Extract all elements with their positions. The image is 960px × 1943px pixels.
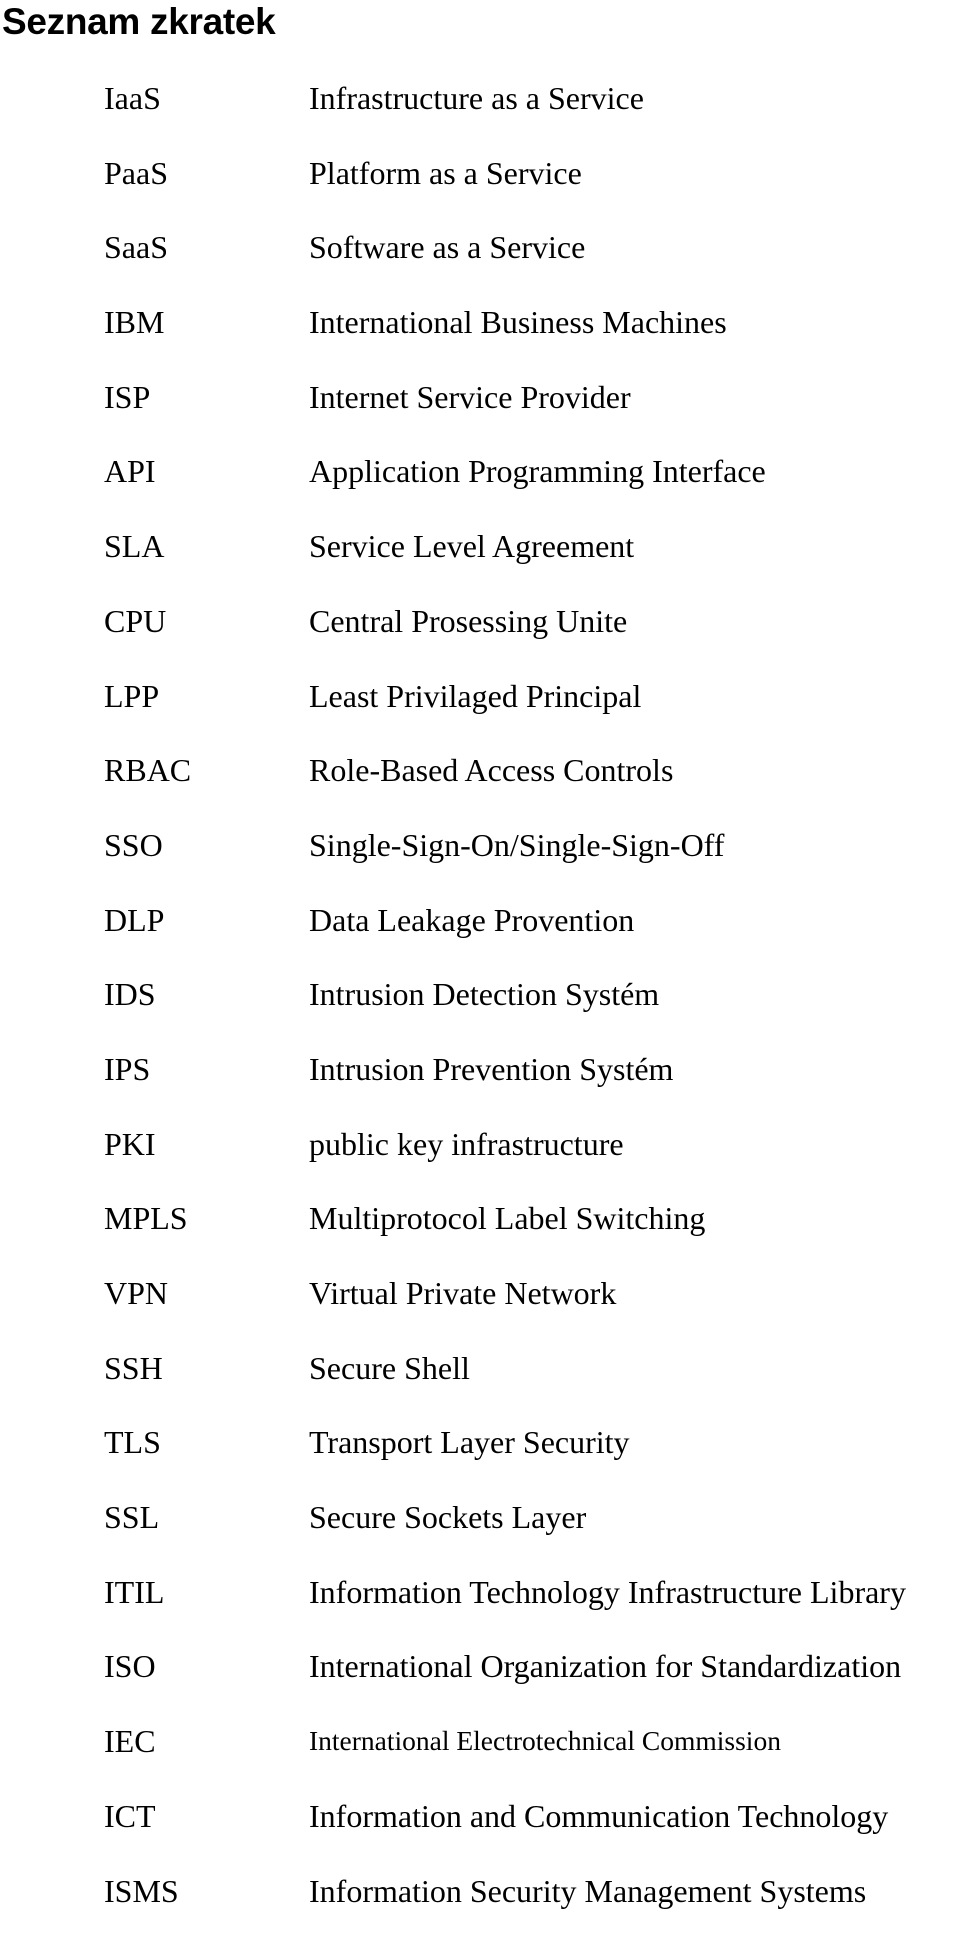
list-item: CPU Central Prosessing Unite xyxy=(0,599,960,674)
abbreviation: IPS xyxy=(104,1047,150,1091)
abbreviation: TLS xyxy=(104,1420,161,1464)
abbreviation: IBM xyxy=(104,300,164,344)
definition: Infrastructure as a Service xyxy=(309,76,644,120)
list-item: IDS Intrusion Detection Systém xyxy=(0,972,960,1047)
list-item: ICT Information and Communication Technol… xyxy=(0,1794,960,1869)
abbreviation: SaaS xyxy=(104,225,168,269)
abbreviation: PaaS xyxy=(104,151,168,195)
list-item: RBAC Role-Based Access Controls xyxy=(0,748,960,823)
abbreviation: VPN xyxy=(104,1271,168,1315)
definition: Information Technology Infrastructure Li… xyxy=(309,1570,906,1614)
abbreviation: SLA xyxy=(104,524,164,568)
list-item: API Application Programming Interface xyxy=(0,449,960,524)
definition: Intrusion Detection Systém xyxy=(309,972,659,1016)
definition: Virtual Private Network xyxy=(309,1271,616,1315)
abbreviation: ITIL xyxy=(104,1570,164,1614)
definition: Secure Sockets Layer xyxy=(309,1495,586,1539)
definition: Information and Communication Technology xyxy=(309,1794,888,1838)
definition: Platform as a Service xyxy=(309,151,582,195)
list-item: DLP Data Leakage Provention xyxy=(0,898,960,973)
abbreviation: IDS xyxy=(104,972,156,1016)
definition: International Electrotechnical Commissio… xyxy=(309,1719,781,1763)
abbreviation: MPLS xyxy=(104,1196,188,1240)
list-item: PKI public key infrastructure xyxy=(0,1122,960,1197)
abbreviation: IEC xyxy=(104,1719,156,1763)
list-item: SaaS Software as a Service xyxy=(0,225,960,300)
abbreviation: ISMS xyxy=(104,1869,179,1913)
abbreviation: ISO xyxy=(104,1644,156,1688)
abbreviation: PKI xyxy=(104,1122,156,1166)
definition: Intrusion Prevention Systém xyxy=(309,1047,673,1091)
abbreviation-list: IaaS Infrastructure as a Service PaaS Plat… xyxy=(0,76,960,1943)
definition: Central Prosessing Unite xyxy=(309,599,627,643)
abbreviation: LPP xyxy=(104,674,159,718)
abbreviation: API xyxy=(104,449,156,493)
definition: Transport Layer Security xyxy=(309,1420,630,1464)
definition: Single-Sign-On/Single-Sign-Off xyxy=(309,823,724,867)
list-item: SSO Single-Sign-On/Single-Sign-Off xyxy=(0,823,960,898)
definition: Multiprotocol Label Switching xyxy=(309,1196,705,1240)
abbreviation: RBAC xyxy=(104,748,191,792)
list-item: MPLS Multiprotocol Label Switching xyxy=(0,1196,960,1271)
definition: International Business Machines xyxy=(309,300,727,344)
list-item: ISMS Information Security Management Syst… xyxy=(0,1869,960,1943)
abbreviation: IaaS xyxy=(104,76,161,120)
definition: Application Programming Interface xyxy=(309,449,766,493)
list-item: SSL Secure Sockets Layer xyxy=(0,1495,960,1570)
abbreviation: ISP xyxy=(104,375,150,419)
definition: International Organization for Standardi… xyxy=(309,1644,901,1688)
definition: Data Leakage Provention xyxy=(309,898,634,942)
list-item: SLA Service Level Agreement xyxy=(0,524,960,599)
abbreviation: SSH xyxy=(104,1346,163,1390)
definition: Information Security Management Systems xyxy=(309,1869,866,1913)
list-item: ISP Internet Service Provider xyxy=(0,375,960,450)
abbreviation: SSO xyxy=(104,823,163,867)
list-item: LPP Least Privilaged Principal xyxy=(0,674,960,749)
definition: Role-Based Access Controls xyxy=(309,748,673,792)
list-item: TLS Transport Layer Security xyxy=(0,1420,960,1495)
definition: Secure Shell xyxy=(309,1346,470,1390)
abbreviation: SSL xyxy=(104,1495,159,1539)
list-item: IPS Intrusion Prevention Systém xyxy=(0,1047,960,1122)
list-item: PaaS Platform as a Service xyxy=(0,151,960,226)
list-item: ITIL Information Technology Infrastructur… xyxy=(0,1570,960,1645)
abbreviation: ICT xyxy=(104,1794,156,1838)
abbreviation: CPU xyxy=(104,599,166,643)
definition: Internet Service Provider xyxy=(309,375,631,419)
list-item: ISO International Organization for Standa… xyxy=(0,1644,960,1719)
list-item: VPN Virtual Private Network xyxy=(0,1271,960,1346)
list-item: IBM International Business Machines xyxy=(0,300,960,375)
list-item: IEC International Electrotechnical Commis… xyxy=(0,1719,960,1794)
list-item: IaaS Infrastructure as a Service xyxy=(0,76,960,151)
page-title: Seznam zkratek xyxy=(2,0,275,44)
list-item: SSH Secure Shell xyxy=(0,1346,960,1421)
definition: Least Privilaged Principal xyxy=(309,674,641,718)
abbreviation: DLP xyxy=(104,898,164,942)
definition: public key infrastructure xyxy=(309,1122,624,1166)
definition: Software as a Service xyxy=(309,225,585,269)
definition: Service Level Agreement xyxy=(309,524,634,568)
